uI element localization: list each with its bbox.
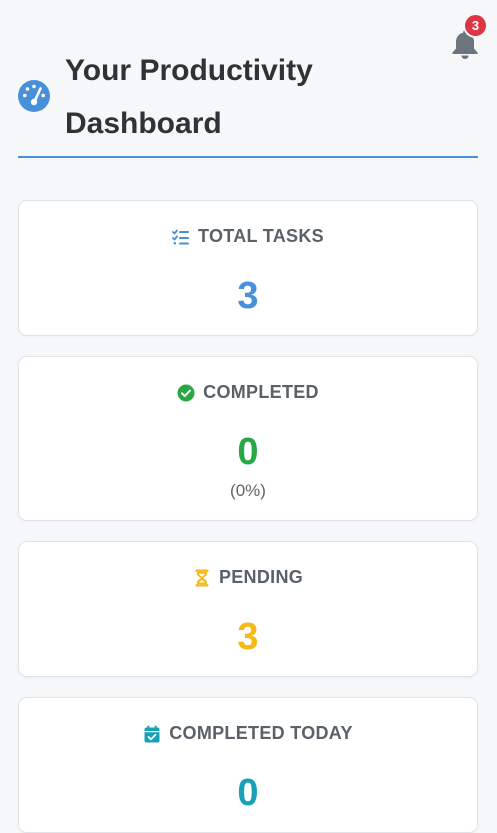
gauge-icon [18,80,50,112]
completed-today-label: COMPLETED TODAY [169,723,353,743]
completed-today-value: 0 [237,772,259,814]
completed-label-row: COMPLETED [19,382,477,403]
completed-percentage: (0%) [230,481,266,500]
dashboard-header: Your Productivity Dashboard [18,44,478,158]
notification-count-badge: 3 [465,15,486,36]
completed-today-card: COMPLETED TODAY 0 [18,697,478,833]
total-tasks-card: TOTAL TASKS 3 [18,200,478,336]
pending-card: PENDING 3 [18,541,478,677]
page-title-line-2: Dashboard [65,107,222,140]
task-list-icon [172,228,190,246]
completed-label: COMPLETED [203,382,319,402]
pending-label-row: PENDING [19,567,477,588]
total-tasks-label: TOTAL TASKS [198,226,324,246]
check-circle-icon [177,384,195,402]
total-tasks-label-row: TOTAL TASKS [19,226,477,247]
page-title-line-1: Your Productivity [65,54,313,87]
pending-value: 3 [237,616,259,658]
hourglass-icon [193,569,211,587]
calendar-check-icon [143,725,161,743]
completed-today-label-row: COMPLETED TODAY [19,723,477,744]
completed-card: COMPLETED 0 (0%) [18,356,478,521]
completed-value: 0 [237,431,259,473]
page-title: Your Productivity Dashboard [65,44,365,150]
pending-label: PENDING [218,567,304,587]
total-tasks-value: 3 [237,275,259,317]
